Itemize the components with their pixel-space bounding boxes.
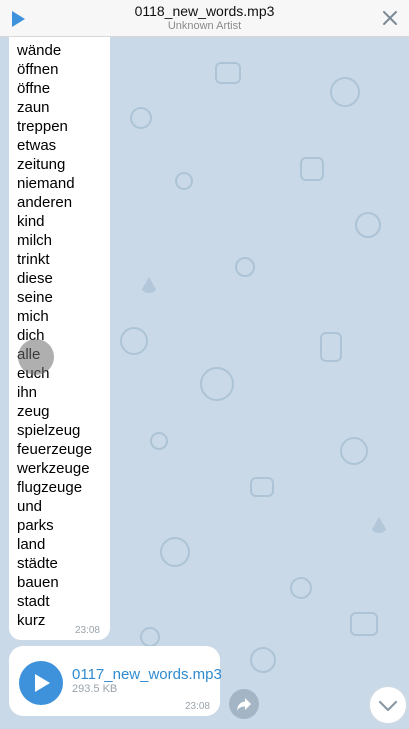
doodle: [290, 577, 312, 599]
list-item: milch: [17, 232, 53, 249]
list-item: öffne: [17, 80, 51, 97]
play-icon: [35, 674, 50, 692]
list-item: mich: [17, 308, 49, 325]
list-item: zeug: [17, 403, 50, 420]
doodle: [235, 257, 255, 277]
scroll-down-button[interactable]: [369, 686, 407, 724]
list-item: städte: [17, 555, 58, 572]
doodle: [250, 477, 274, 497]
list-item: werkzeuge: [17, 460, 90, 477]
doodle: [215, 62, 241, 84]
doodle: [200, 367, 234, 401]
doodle: [320, 332, 342, 362]
list-item: öffnen: [17, 61, 59, 78]
doodle: [370, 517, 388, 533]
audio-player-bar: 0118_new_words.mp3 Unknown Artist: [0, 0, 409, 37]
word-list-message[interactable]: neu wände öffnen öffne zaun treppen etwa…: [9, 29, 110, 640]
doodle: [300, 157, 324, 181]
list-item: niemand: [17, 175, 75, 192]
doodle: [175, 172, 193, 190]
list-item: und: [17, 498, 43, 515]
list-item: spielzeug: [17, 422, 81, 439]
doodle: [150, 432, 168, 450]
list-item: treppen: [17, 118, 68, 135]
message-timestamp: 23:08: [74, 625, 100, 636]
audio-file-message[interactable]: 0117_new_words.mp3 293.5 KB 23:08: [9, 646, 222, 716]
list-item: stadt: [17, 593, 50, 610]
chevron-down-icon: [378, 700, 398, 712]
doodle: [330, 77, 360, 107]
doodle: [355, 212, 381, 238]
doodle: [120, 327, 148, 355]
list-item: zaun: [17, 99, 50, 116]
list-item: wände: [17, 42, 62, 59]
list-item: diese: [17, 270, 53, 287]
message-timestamp: 23:08: [184, 701, 210, 712]
list-item: anderen: [17, 194, 73, 211]
doodle: [140, 627, 160, 647]
list-item: zeitung: [17, 156, 66, 173]
forward-button[interactable]: [229, 689, 259, 719]
list-item: etwas: [17, 137, 57, 154]
player-track-title: 0118_new_words.mp3: [134, 3, 275, 19]
touch-indicator: [18, 339, 54, 375]
doodle: [140, 277, 158, 293]
close-icon[interactable]: [380, 8, 400, 28]
list-item: flugzeuge: [17, 479, 83, 496]
audio-file-size: 293.5 KB: [72, 683, 118, 695]
audio-play-button[interactable]: [19, 661, 63, 705]
list-item: trinkt: [17, 251, 50, 268]
list-item: ihn: [17, 384, 38, 401]
doodle: [350, 612, 378, 636]
list-item: kind: [17, 213, 45, 230]
doodle: [340, 437, 368, 465]
doodle: [250, 647, 276, 673]
audio-file-name: 0117_new_words.mp3: [72, 666, 222, 683]
list-item: seine: [17, 289, 53, 306]
list-item: feuerzeuge: [17, 441, 93, 458]
share-arrow-icon: [237, 698, 251, 711]
list-item: bauen: [17, 574, 59, 591]
player-track-artist: Unknown Artist: [167, 20, 242, 32]
doodle: [160, 537, 190, 567]
list-item: land: [17, 536, 46, 553]
word-list: neu wände öffnen öffne zaun treppen etwa…: [17, 29, 92, 630]
doodle: [130, 107, 152, 129]
play-icon[interactable]: [9, 10, 27, 28]
list-item: parks: [17, 517, 54, 534]
